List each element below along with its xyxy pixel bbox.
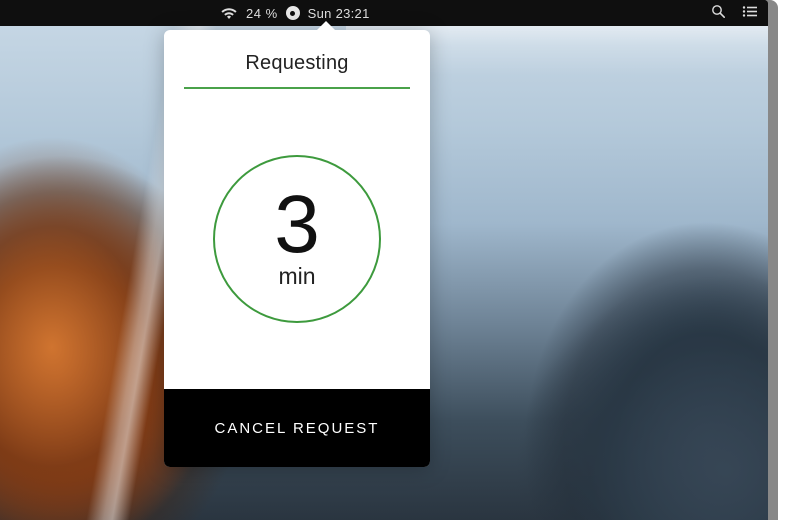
macos-menubar: 24 % Sun 23:21 (0, 0, 768, 26)
eta-section: 3 min (164, 89, 430, 389)
device-screen: 24 % Sun 23:21 (0, 0, 768, 520)
menubar-clock[interactable]: Sun 23:21 (308, 6, 370, 21)
notification-center-icon[interactable] (742, 5, 758, 21)
uber-popover: Requesting 3 min CANCEL REQUEST (164, 30, 430, 467)
eta-unit-label: min (278, 263, 315, 290)
battery-percent[interactable]: 24 % (246, 6, 278, 21)
device-frame: 24 % Sun 23:21 (0, 0, 778, 520)
eta-minutes: 3 (274, 188, 320, 262)
popover-title: Requesting (184, 52, 410, 87)
wifi-icon[interactable] (220, 7, 238, 20)
uber-menubar-icon[interactable] (286, 6, 300, 20)
eta-circle: 3 min (213, 155, 381, 323)
search-icon[interactable] (711, 4, 726, 22)
popover-arrow (316, 21, 336, 31)
cancel-request-button[interactable]: CANCEL REQUEST (164, 389, 430, 467)
cancel-request-label: CANCEL REQUEST (215, 420, 380, 437)
